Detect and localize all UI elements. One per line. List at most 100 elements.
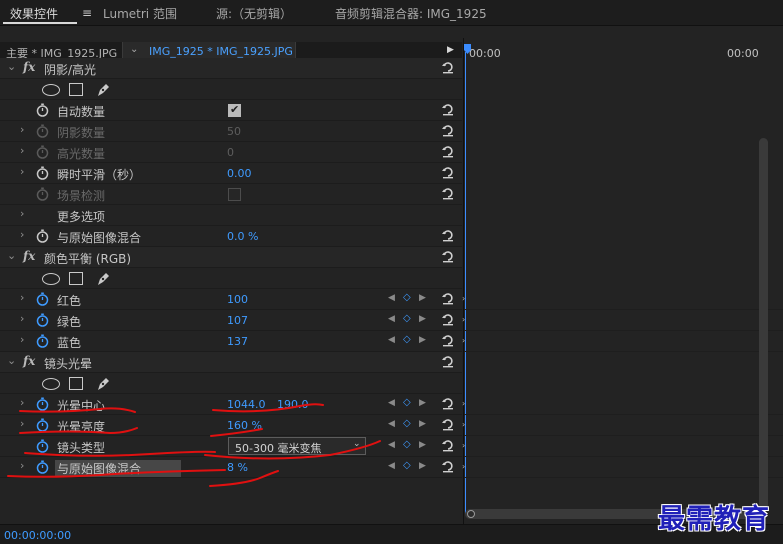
tab-effect-controls[interactable]: 效果控件 [10,5,58,22]
add-keyframe-icon[interactable]: ◇ [403,292,411,303]
prev-keyframe-icon[interactable]: ◀ [388,461,395,471]
next-keyframe-icon[interactable]: ▶ [419,440,426,450]
prev-keyframe-icon[interactable]: ◀ [388,398,395,408]
next-keyframe-icon[interactable]: ▶ [419,419,426,429]
chevron-right-icon[interactable]: › [20,396,24,409]
pen-mask-icon[interactable] [95,375,112,392]
stopwatch-active-icon[interactable] [36,334,49,348]
reset-icon[interactable] [441,228,455,242]
chevron-down-icon[interactable]: ⌄ [130,44,138,55]
reset-icon[interactable] [441,312,455,326]
add-keyframe-icon[interactable]: ◇ [403,313,411,324]
panel-menu-icon[interactable]: ≡ [82,6,92,20]
time-ruler[interactable]: 00:00 00:00 [464,42,783,62]
reset-icon[interactable] [441,123,455,137]
rectangle-mask-icon[interactable] [69,83,83,96]
lens-type-dropdown[interactable]: 50-300 毫米变焦 ⌄ [228,437,366,455]
chevron-right-icon[interactable]: › [20,144,24,157]
chevron-right-icon[interactable]: › [20,207,24,220]
chevron-right-icon[interactable]: › [20,459,24,472]
keyframe-marker-icon[interactable]: › [462,294,465,303]
param-value-y[interactable]: 190.0 [277,398,309,411]
auto-amount-checkbox[interactable]: ✔ [228,103,241,117]
stopwatch-icon[interactable] [36,187,49,201]
stopwatch-icon[interactable] [36,166,49,180]
param-value[interactable]: 0 [227,146,234,159]
reset-icon[interactable] [441,438,455,452]
pen-mask-icon[interactable] [95,270,112,287]
play-icon[interactable]: ▶ [447,45,454,55]
keyframe-marker-icon[interactable]: › [462,315,465,324]
chevron-right-icon[interactable]: › [20,228,24,241]
stopwatch-active-icon[interactable] [36,418,49,432]
chevron-right-icon[interactable]: › [20,333,24,346]
stopwatch-active-icon[interactable] [36,313,49,327]
stopwatch-icon[interactable] [36,103,49,117]
keyframe-marker-icon[interactable]: › [462,420,465,429]
stopwatch-active-icon[interactable] [36,397,49,411]
reset-icon[interactable] [441,144,455,158]
tab-source[interactable]: 源:（无剪辑） [216,5,292,22]
stopwatch-active-icon[interactable] [36,460,49,474]
ellipse-mask-icon[interactable] [42,273,60,285]
param-value[interactable]: 137 [227,335,248,348]
param-value[interactable]: 100 [227,293,248,306]
param-value[interactable]: 8 % [227,461,248,474]
add-keyframe-icon[interactable]: ◇ [403,439,411,450]
stopwatch-active-icon[interactable] [36,292,49,306]
param-label[interactable]: 更多选项 [57,208,105,225]
add-keyframe-icon[interactable]: ◇ [403,334,411,345]
reset-icon[interactable] [441,291,455,305]
chevron-down-icon[interactable]: ⌄ [7,354,16,367]
fx-icon[interactable]: fx [23,354,35,368]
stopwatch-icon[interactable] [36,145,49,159]
reset-icon[interactable] [441,60,455,74]
keyframe-marker-icon[interactable]: › [462,462,465,471]
chevron-right-icon[interactable]: › [20,123,24,136]
reset-icon[interactable] [441,354,455,368]
reset-icon[interactable] [441,417,455,431]
scene-detect-checkbox[interactable] [228,188,241,201]
keyframe-marker-icon[interactable]: › [462,441,465,450]
prev-keyframe-icon[interactable]: ◀ [388,293,395,303]
prev-keyframe-icon[interactable]: ◀ [388,335,395,345]
param-value-x[interactable]: 1044.0 [227,398,266,411]
ellipse-mask-icon[interactable] [42,378,60,390]
reset-icon[interactable] [441,333,455,347]
effect-header-shadow-highlight[interactable]: ⌄ fx 阴影/高光 [0,58,462,79]
param-value[interactable]: 50 [227,125,241,138]
rectangle-mask-icon[interactable] [69,377,83,390]
stopwatch-icon[interactable] [36,229,49,243]
param-value[interactable]: 107 [227,314,248,327]
current-timecode[interactable]: 00:00:00:00 [4,529,71,542]
reset-icon[interactable] [441,396,455,410]
next-keyframe-icon[interactable]: ▶ [419,335,426,345]
chevron-right-icon[interactable]: › [20,291,24,304]
keyframe-marker-icon[interactable]: › [462,336,465,345]
next-keyframe-icon[interactable]: ▶ [419,293,426,303]
param-value[interactable]: 160 % [227,419,262,432]
tab-lumetri-scopes[interactable]: Lumetri 范围 [103,5,177,22]
next-keyframe-icon[interactable]: ▶ [419,398,426,408]
add-keyframe-icon[interactable]: ◇ [403,460,411,471]
param-value[interactable]: 0.0 % [227,230,258,243]
reset-icon[interactable] [441,102,455,116]
chevron-down-icon[interactable]: ⌄ [7,60,16,73]
ellipse-mask-icon[interactable] [42,84,60,96]
reset-icon[interactable] [441,249,455,263]
prev-keyframe-icon[interactable]: ◀ [388,419,395,429]
rectangle-mask-icon[interactable] [69,272,83,285]
prev-keyframe-icon[interactable]: ◀ [388,440,395,450]
keyframe-marker-icon[interactable]: › [462,399,465,408]
stopwatch-active-icon[interactable] [36,439,49,453]
prev-keyframe-icon[interactable]: ◀ [388,314,395,324]
zoom-handle[interactable] [467,510,475,518]
chevron-right-icon[interactable]: › [20,165,24,178]
param-value[interactable]: 0.00 [227,167,252,180]
next-keyframe-icon[interactable]: ▶ [419,461,426,471]
reset-icon[interactable] [441,165,455,179]
add-keyframe-icon[interactable]: ◇ [403,397,411,408]
reset-icon[interactable] [441,459,455,473]
tab-audio-clip-mixer[interactable]: 音频剪辑混合器: IMG_1925 [335,5,487,22]
reset-icon[interactable] [441,186,455,200]
